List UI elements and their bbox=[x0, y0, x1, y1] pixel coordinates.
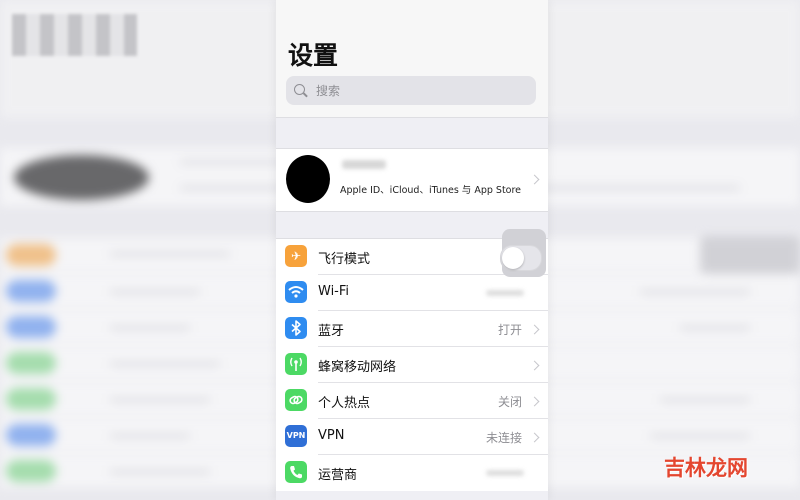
list-item-vpn[interactable]: VPN VPN 未连接 bbox=[276, 419, 548, 455]
chevron-right-icon bbox=[529, 360, 540, 371]
pixelated-mosaic bbox=[12, 14, 137, 56]
cellular-icon bbox=[285, 353, 307, 375]
chevron-right-icon bbox=[529, 174, 540, 185]
list-item-value: 未连接 bbox=[485, 431, 522, 445]
wifi-network-blurred bbox=[486, 290, 524, 296]
avatar bbox=[286, 155, 330, 203]
chevron-right-icon bbox=[529, 396, 540, 407]
list-item-label: 飞行模式 bbox=[318, 252, 371, 267]
vpn-icon: VPN bbox=[285, 425, 307, 447]
search-input[interactable]: 搜索 bbox=[286, 76, 536, 105]
list-item-label: 运营商 bbox=[318, 468, 358, 483]
search-placeholder: 搜索 bbox=[316, 84, 341, 98]
list-item-bluetooth[interactable]: 蓝牙 打开 bbox=[276, 311, 548, 347]
wifi-icon bbox=[285, 281, 307, 303]
list-item-label: 个人热点 bbox=[318, 396, 371, 411]
list-item-label: 蜂窝移动网络 bbox=[318, 360, 397, 375]
toggle-knob bbox=[502, 247, 524, 269]
list-item-wifi[interactable]: Wi-Fi bbox=[276, 275, 548, 311]
bluetooth-icon bbox=[285, 317, 307, 339]
list-item-label: 蓝牙 bbox=[318, 324, 345, 339]
list-item-label: Wi-Fi bbox=[318, 284, 350, 299]
phone-icon bbox=[285, 461, 307, 483]
list-item-carrier[interactable]: 运营商 bbox=[276, 455, 548, 491]
search-icon bbox=[294, 84, 305, 95]
airplane-icon: ✈ bbox=[285, 245, 307, 267]
account-name-blurred bbox=[342, 160, 386, 169]
list-item-value: 打开 bbox=[497, 323, 522, 337]
settings-header: 设置 搜索 bbox=[276, 0, 548, 118]
hotspot-icon bbox=[285, 389, 307, 411]
apple-id-subtitle: Apple ID、iCloud、iTunes 与 App Store bbox=[340, 185, 522, 196]
airplane-mode-toggle[interactable] bbox=[500, 245, 542, 271]
carrier-name-blurred bbox=[486, 470, 524, 476]
watermark: 吉林龙网 bbox=[664, 456, 748, 480]
list-item-cellular[interactable]: 蜂窝移动网络 bbox=[276, 347, 548, 383]
list-item-hotspot[interactable]: 个人热点 关闭 bbox=[276, 383, 548, 419]
apple-id-row[interactable]: Apple ID、iCloud、iTunes 与 App Store bbox=[276, 148, 548, 212]
page-title: 设置 bbox=[288, 41, 339, 70]
chevron-right-icon bbox=[529, 324, 540, 335]
list-item-label: VPN bbox=[318, 428, 345, 443]
chevron-right-icon bbox=[529, 432, 540, 443]
list-item-value: 关闭 bbox=[497, 395, 522, 409]
